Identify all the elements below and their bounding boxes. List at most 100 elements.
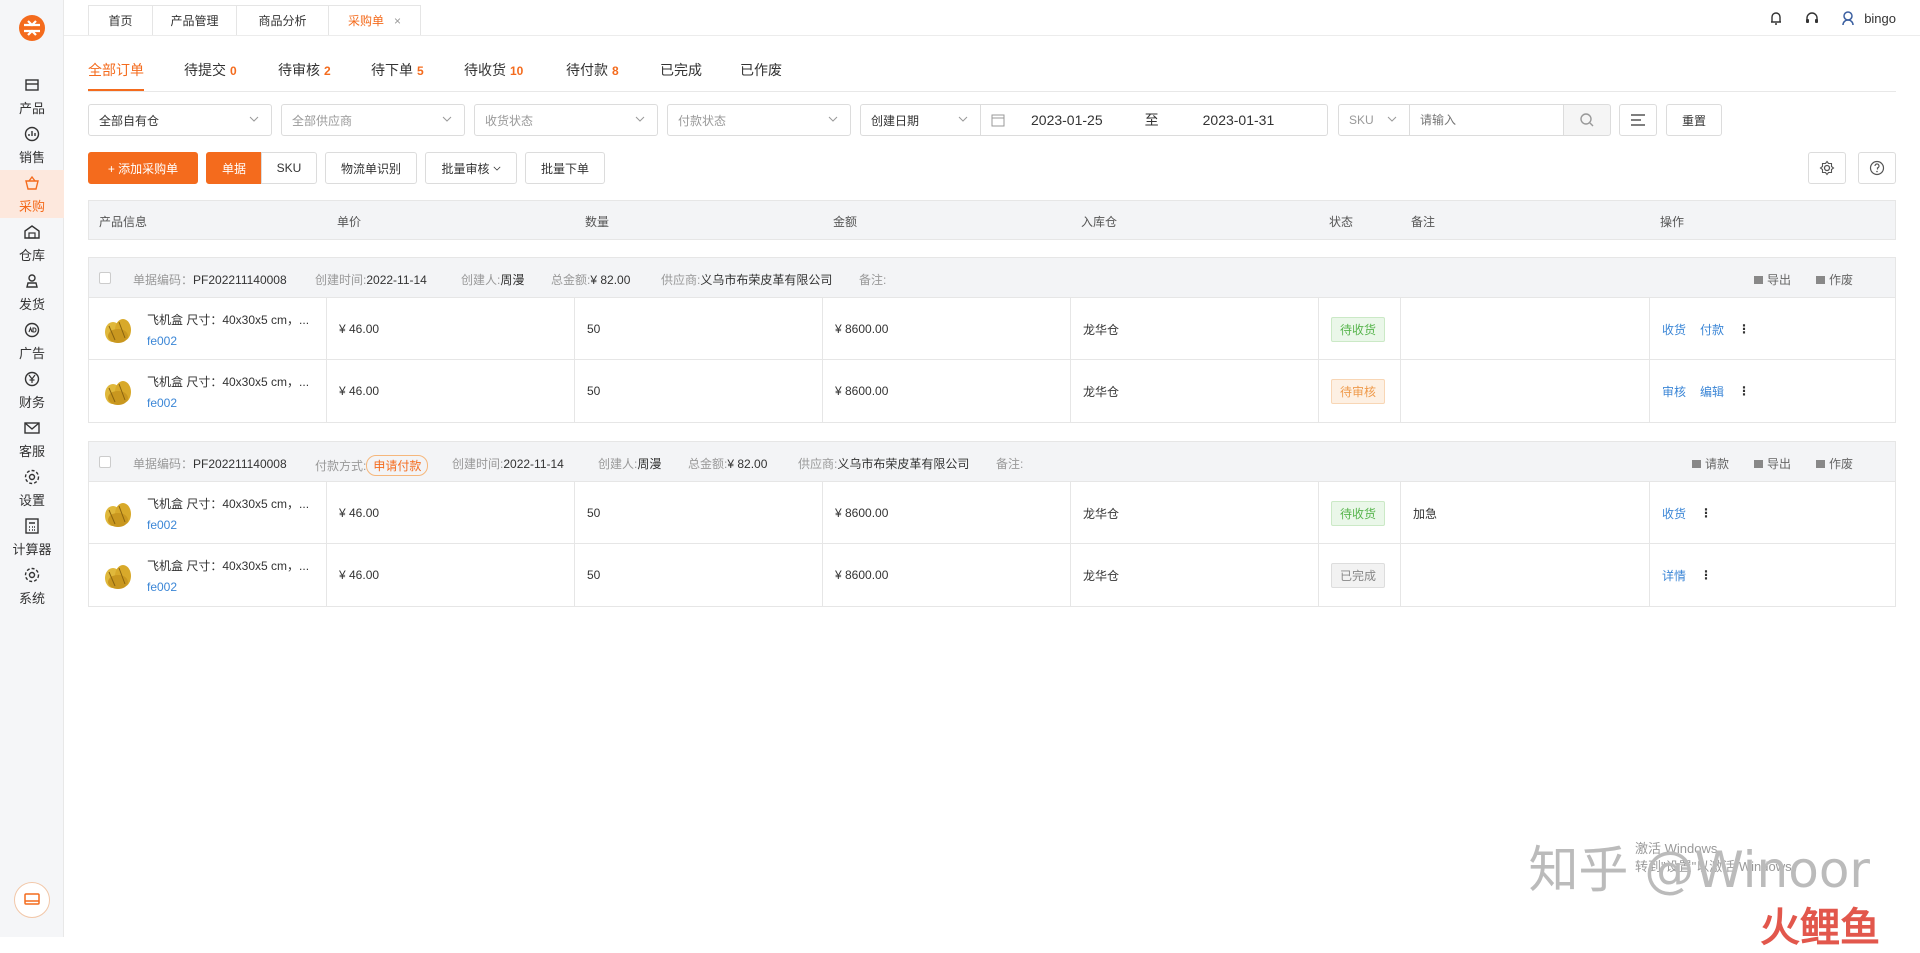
quantity-cell: 50 [575,482,823,544]
table-row: 飞机盒 尺寸：40x30x5 cm，... fe002 ¥ 46.00 50 ¥ 860… [89,298,1895,360]
user-menu[interactable]: bingo [1840,10,1896,26]
app-logo[interactable] [18,14,46,42]
basket-icon [25,175,39,190]
date-from[interactable]: 2023-01-25 [1031,112,1103,128]
status-badge: 待审核 [1331,378,1386,404]
search-type-select[interactable]: SKU [1338,104,1410,136]
sidebar-item-5[interactable]: 广告 [0,317,64,365]
row-action-link[interactable]: 详情 [1662,567,1686,584]
more-actions-icon[interactable]: ⋮ [1700,506,1712,520]
sidebar-item-1[interactable]: 销售 [0,121,64,169]
product-name: 飞机盒 尺寸：40x30x5 cm，... [147,496,310,511]
gear-icon [24,469,40,484]
row-action-link[interactable]: 收货 [1662,321,1686,338]
date-range-picker[interactable]: 2023-01-25 至 2023-01-31 [980,104,1328,136]
more-actions-icon[interactable]: ⋮ [1738,384,1750,398]
product-sku-link[interactable]: fe002 [147,334,309,348]
row-action-link[interactable]: 审核 [1662,383,1686,400]
status-tab-7[interactable]: 已作废 [740,60,782,89]
pay-status-select[interactable]: 付款状态 [667,104,851,136]
tab-1[interactable]: 产品管理 [152,5,237,35]
status-tab-6[interactable]: 已完成 [660,60,702,89]
supplier-select[interactable]: 全部供应商 [281,104,465,136]
sidebar: 产品 销售 采购 仓库发货广告 财务 客服 设置 计算器 系统 [0,0,64,937]
search-input[interactable] [1409,104,1564,136]
logistics-recognition-button[interactable]: 物流单识别 [325,152,417,184]
tab-2[interactable]: 商品分析 [236,5,329,35]
order-field: 创建人:周漫 [461,271,524,288]
order-action-export[interactable]: 导出 [1753,271,1791,288]
status-tab-2[interactable]: 待审核 2 [278,60,331,89]
batch-order-button[interactable]: 批量下单 [525,152,605,184]
batch-review-button[interactable]: 批量审核 [425,152,517,184]
sidebar-item-7[interactable]: 客服 [0,415,64,463]
sidebar-item-9[interactable]: 计算器 [0,513,64,561]
sidebar-item-10[interactable]: 系统 [0,562,64,610]
view-sku-toggle[interactable]: SKU [261,152,317,184]
sidebar-item-3[interactable]: 仓库 [0,219,64,267]
date-type-select[interactable]: 创建日期 [860,104,981,136]
order-card: 单据编码：PF202211140008 创建时间:2022-11-14 创建人:周漫… [88,257,1896,423]
batch-review-label: 批量审核 [441,161,490,176]
sidebar-item-6[interactable]: 财务 [0,366,64,414]
advanced-filter-button[interactable] [1619,104,1657,136]
row-action-link[interactable]: 编辑 [1700,383,1724,400]
sidebar-item-2[interactable]: 采购 [0,170,64,218]
order-field-label: 创建时间: [315,273,367,287]
tab-0[interactable]: 首页 [88,5,153,35]
search-button[interactable] [1563,104,1611,136]
status-tab-5[interactable]: 待付款 8 [566,60,619,89]
headset-icon[interactable] [1804,10,1820,26]
product-sku-link[interactable]: fe002 [147,396,309,410]
row-action-link[interactable]: 付款 [1700,321,1724,338]
sidebar-item-8[interactable]: 设置 [0,464,64,512]
date-to[interactable]: 2023-01-31 [1203,112,1275,128]
collapse-sidebar-button[interactable] [14,882,50,918]
status-tab-3[interactable]: 待下单 5 [371,60,424,89]
order-action-export[interactable]: 导出 [1753,455,1791,472]
more-actions-icon[interactable]: ⋮ [1700,568,1712,582]
order-action-wallet[interactable]: 请款 [1691,455,1729,472]
status-tab-1[interactable]: 待提交 0 [184,60,237,89]
product-sku-link[interactable]: fe002 [147,518,309,532]
top-bar: 首页 产品管理 商品分析 采购单 × bingo [64,0,1920,36]
order-checkbox[interactable] [99,456,111,468]
status-tabs: 全部订单 待提交 0 待审核 2 待下单 5 待收货 10 待付款 8 已完成 已作废 [88,52,1896,92]
close-icon[interactable]: × [394,14,401,28]
view-order-toggle[interactable]: 单据 [206,152,262,184]
help-button[interactable] [1858,152,1896,184]
reset-button[interactable]: 重置 [1666,104,1722,136]
settings-button[interactable] [1808,152,1846,184]
order-field: 供应商:义乌市布荣皮革有限公司 [798,455,969,472]
order-action-trash[interactable]: 作废 [1815,271,1853,288]
sidebar-item-label: 发货 [18,296,45,312]
row-action-link[interactable]: 收货 [1662,505,1686,522]
order-action-trash[interactable]: 作废 [1815,455,1853,472]
tab-3[interactable]: 采购单 × [328,5,421,35]
status-tab-label: 待下单 [371,62,413,78]
status-tab-count: 10 [510,64,524,78]
payment-method-badge[interactable]: 申请付款 [366,455,429,476]
product-sku-link[interactable]: fe002 [147,580,309,594]
more-actions-icon[interactable]: ⋮ [1738,322,1750,336]
status-tab-0[interactable]: 全部订单 [88,60,144,91]
quantity-cell: 50 [575,360,823,422]
add-purchase-order-button[interactable]: + 添加采购单 [88,152,198,184]
order-field-value: 义乌市布荣皮革有限公司 [700,273,833,287]
order-field-value: 2022-11-14 [366,273,427,287]
column-header: 产品信息 [99,215,148,229]
receive-status-select[interactable]: 收货状态 [474,104,658,136]
status-tab-4[interactable]: 待收货 10 [464,60,523,89]
order-card: 单据编码：PF202211140008 付款方式: 申请付款 创建时间:2022-11… [88,441,1896,607]
order-action-label: 作废 [1829,457,1854,471]
order-checkbox[interactable] [99,272,111,284]
sidebar-item-4[interactable]: 发货 [0,268,64,316]
status-tab-count: 0 [230,64,237,78]
bell-icon[interactable] [1768,10,1784,26]
product-thumbnail [105,565,131,589]
unit-price-cell: ¥ 46.00 [327,544,575,606]
sidebar-item-0[interactable]: 产品 [0,72,64,120]
warehouse-select[interactable]: 全部自有仓 [88,104,272,136]
order-header: 单据编码：PF202211140008 付款方式: 申请付款 创建时间:2022-11… [89,442,1895,482]
order-field-label: 总金额: [551,273,591,287]
